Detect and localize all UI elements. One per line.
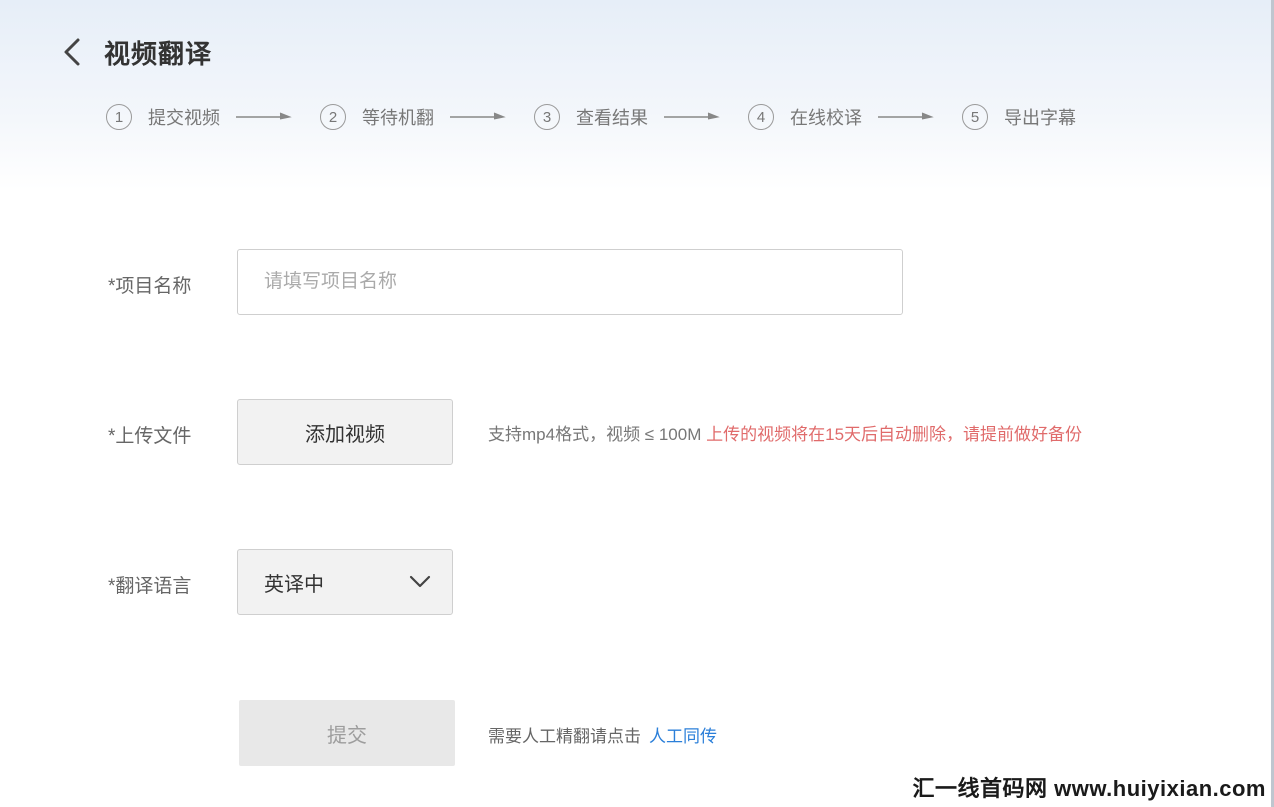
translation-language-label: *翻译语言 bbox=[108, 576, 192, 597]
step-5: 5 导出字幕 bbox=[962, 104, 1076, 130]
add-video-button[interactable]: 添加视频 bbox=[237, 399, 453, 465]
site-watermark: 汇一线首码网 www.huiyixian.com bbox=[912, 776, 1266, 801]
arrow-right-icon bbox=[450, 110, 506, 124]
step-number: 1 bbox=[106, 104, 132, 130]
submit-button[interactable]: 提交 bbox=[239, 700, 455, 766]
step-number: 3 bbox=[534, 104, 560, 130]
header: 视频翻译 bbox=[58, 28, 212, 76]
step-label: 提交视频 bbox=[148, 108, 220, 128]
chevron-left-icon[interactable] bbox=[58, 32, 86, 72]
upload-format-hint: 支持mp4格式，视频 ≤ 100M bbox=[488, 425, 707, 444]
step-1: 1 提交视频 bbox=[106, 104, 220, 130]
upload-expiry-warning: 上传的视频将在15天后自动删除，请提前做好备份 bbox=[706, 425, 1083, 444]
project-name-input[interactable] bbox=[237, 249, 903, 315]
step-4: 4 在线校译 bbox=[748, 104, 862, 130]
arrow-right-icon bbox=[878, 110, 934, 124]
step-2: 2 等待机翻 bbox=[320, 104, 434, 130]
human-translation-link[interactable]: 人工同传 bbox=[649, 727, 717, 746]
step-label: 等待机翻 bbox=[362, 108, 434, 128]
step-label: 导出字幕 bbox=[1004, 108, 1076, 128]
step-label: 在线校译 bbox=[790, 108, 862, 128]
language-selected-value: 英译中 bbox=[264, 573, 324, 596]
chevron-down-icon bbox=[408, 570, 432, 594]
translation-language-select[interactable]: 英译中 bbox=[237, 549, 453, 615]
step-number: 4 bbox=[748, 104, 774, 130]
project-name-label: *项目名称 bbox=[108, 276, 192, 297]
step-label: 查看结果 bbox=[576, 108, 648, 128]
human-translation-hint: 需要人工精翻请点击 人工同传 bbox=[488, 722, 717, 747]
page-title: 视频翻译 bbox=[104, 38, 213, 69]
upload-file-label: *上传文件 bbox=[108, 426, 192, 447]
step-3: 3 查看结果 bbox=[534, 104, 648, 130]
arrow-right-icon bbox=[664, 110, 720, 124]
upload-hint: 支持mp4格式，视频 ≤ 100M 上传的视频将在15天后自动删除，请提前做好备… bbox=[488, 420, 1082, 445]
step-number: 5 bbox=[962, 104, 988, 130]
step-number: 2 bbox=[320, 104, 346, 130]
arrow-right-icon bbox=[236, 110, 292, 124]
step-progress: 1 提交视频 2 等待机翻 3 查看结果 4 在线校译 5 导出字幕 bbox=[106, 100, 1076, 134]
page: 视频翻译 1 提交视频 2 等待机翻 3 查看结果 4 在线校译 5 导出字幕 … bbox=[0, 0, 1274, 807]
human-translation-text: 需要人工精翻请点击 bbox=[488, 727, 641, 746]
